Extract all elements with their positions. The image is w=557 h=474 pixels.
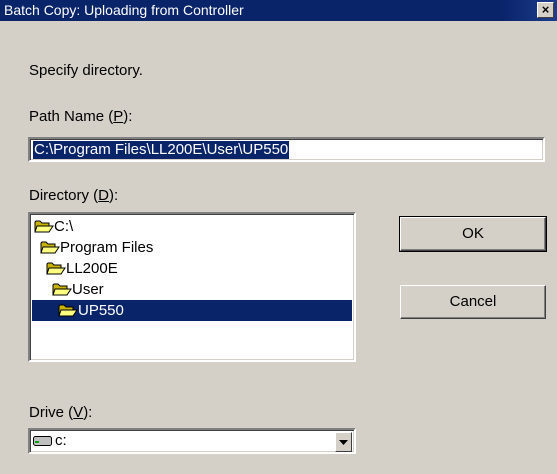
directory-item-c-root[interactable]: C:\	[32, 216, 350, 237]
close-icon: ×	[541, 2, 550, 17]
open-folder-icon	[58, 304, 78, 317]
path-name-input[interactable]: C:\Program Files\LL200E\User\UP550	[28, 137, 545, 162]
close-button[interactable]: ×	[537, 2, 554, 18]
title-bar[interactable]: Batch Copy: Uploading from Controller ×	[0, 0, 557, 21]
open-folder-icon	[52, 283, 72, 296]
drive-select[interactable]: c:	[28, 428, 356, 454]
directory-item-user[interactable]: User	[32, 279, 350, 300]
directory-item-label: LL200E	[66, 260, 118, 277]
path-name-accelerator: P	[113, 108, 124, 125]
drive-icon	[33, 436, 52, 446]
ok-button[interactable]: OK	[399, 216, 547, 252]
path-name-value: C:\Program Files\LL200E\User\UP550	[33, 141, 290, 159]
instruction-text: Specify directory.	[29, 62, 143, 79]
path-name-label: Path Name (P):	[29, 108, 133, 125]
open-folder-icon	[34, 220, 54, 233]
open-folder-icon	[46, 262, 66, 275]
drive-value: c:	[55, 432, 67, 449]
directory-item-ll200e[interactable]: LL200E	[32, 258, 350, 279]
directory-item-label: C:\	[54, 218, 74, 235]
directory-item-label: User	[72, 281, 104, 298]
directory-item-label: UP550	[78, 302, 124, 319]
directory-item-program-files[interactable]: Program Files	[32, 237, 350, 258]
directory-accelerator: D	[98, 187, 110, 204]
window-title: Batch Copy: Uploading from Controller	[4, 2, 244, 18]
chevron-down-icon	[339, 440, 348, 445]
open-folder-icon	[40, 241, 60, 254]
drive-accelerator: V	[73, 404, 84, 421]
directory-item-label: Program Files	[60, 239, 154, 256]
directory-list[interactable]: C:\ Program Files LL200E User UP550	[28, 212, 356, 362]
cancel-button[interactable]: Cancel	[400, 285, 546, 319]
directory-item-up550[interactable]: UP550	[32, 300, 352, 321]
drive-label: Drive (V):	[29, 404, 93, 421]
drive-dropdown-button[interactable]	[335, 432, 352, 452]
directory-label: Directory (D):	[29, 187, 119, 204]
